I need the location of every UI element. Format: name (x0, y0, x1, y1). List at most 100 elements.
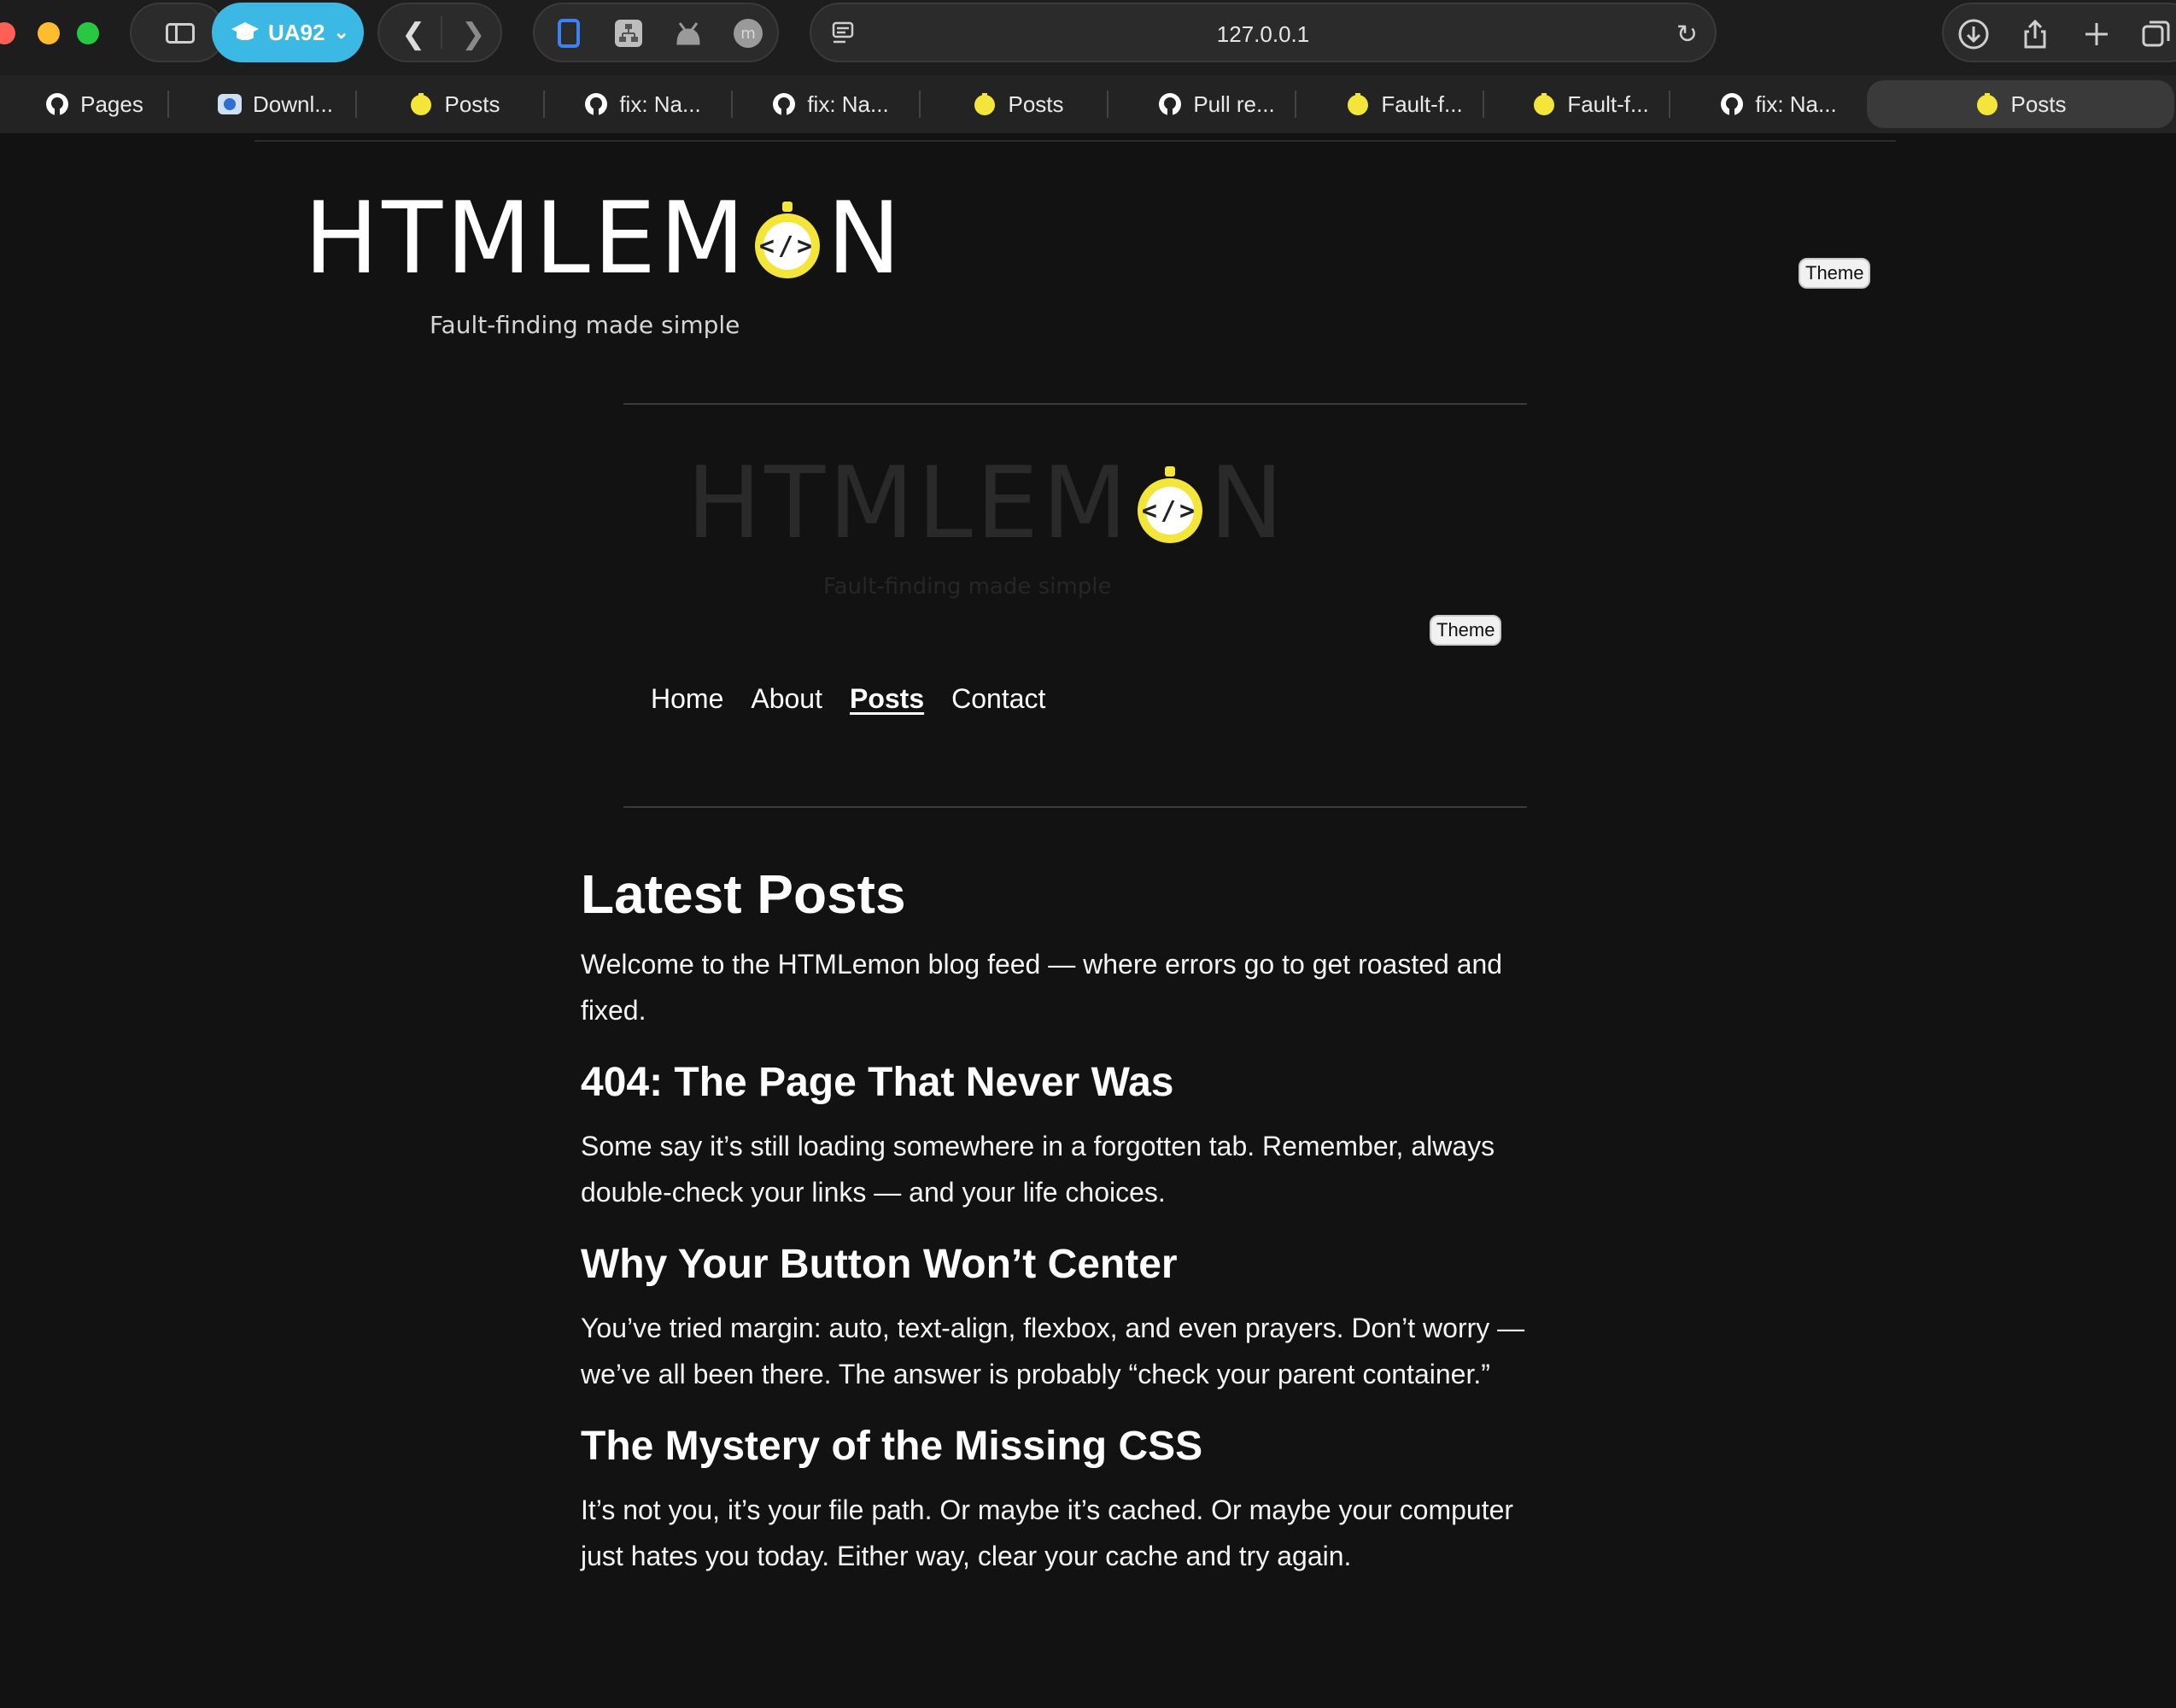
site-tagline: Fault-finding made simple (430, 311, 740, 339)
section-divider (623, 806, 1527, 808)
profile-button[interactable]: UA92 ⌄ (212, 3, 364, 62)
post-body: You’ve tried margin: auto, text-align, f… (581, 1313, 1525, 1389)
logo-text-left: HTMLEM (687, 446, 1132, 561)
theme-toggle-button[interactable]: Theme (1430, 615, 1502, 646)
post-body: Some say it’s still loading somewhere in… (581, 1131, 1495, 1208)
address-bar[interactable]: 127.0.0.1 ↻ (810, 3, 1717, 62)
reload-icon[interactable]: ↻ (1676, 20, 1698, 50)
tab[interactable]: fix: Na... (1684, 75, 1872, 133)
sitemap-extension-icon[interactable] (613, 18, 644, 49)
tab-label: Posts (1008, 91, 1064, 117)
lemon-badge-icon: </> (1138, 466, 1203, 543)
logo-text-right: N (1209, 446, 1287, 561)
tab[interactable]: Pages (0, 75, 188, 133)
post-item: Why Your Button Won’t Center You’ve trie… (581, 1241, 1554, 1397)
post-title: 404: The Page That Never Was (581, 1060, 1174, 1105)
tab-separator (1483, 91, 1484, 118)
download-site-icon (218, 94, 243, 114)
header-divider (254, 140, 1896, 142)
post-item: The Mystery of the Missing CSS It’s not … (581, 1423, 1554, 1579)
back-button[interactable]: ❮ (401, 20, 426, 49)
extensions-group: m (533, 3, 779, 62)
zoom-window-button[interactable] (77, 22, 99, 44)
post-body: It’s not you, it’s your file path. Or ma… (581, 1494, 1514, 1571)
forward-button[interactable]: ❯ (461, 20, 486, 49)
tab-label: fix: Na... (1755, 91, 1837, 117)
tab-bar: Pages Downl... Posts fix: Na... fix: Na.… (0, 75, 2176, 133)
tab[interactable]: fix: Na... (548, 75, 736, 133)
post-title: The Mystery of the Missing CSS (581, 1424, 1203, 1469)
htmlemon-icon (411, 93, 432, 115)
tab[interactable]: Pull re... (1122, 75, 1310, 133)
nav-home-link[interactable]: Home (651, 683, 723, 715)
posts-section: Latest Posts Welcome to the HTMLemon blo… (581, 863, 1554, 1579)
tab-overview-icon[interactable] (2140, 18, 2173, 50)
tab-label: Downl... (253, 91, 333, 117)
tab[interactable]: Posts (924, 75, 1112, 133)
tab[interactable]: Fault-f... (1310, 75, 1498, 133)
nav-about-link[interactable]: About (751, 683, 822, 715)
intro-text: Welcome to the HTMLemon blog feed — wher… (581, 949, 1503, 1026)
browser-toolbar: UA92 ⌄ ❮ ❯ m 127.0.0.1 ↻ (0, 0, 2176, 75)
tab[interactable]: Downl... (181, 75, 369, 133)
post-title: Why Your Button Won’t Center (581, 1242, 1178, 1287)
document-extension-icon[interactable] (553, 18, 584, 49)
site-logo[interactable]: HTMLEM </> N (304, 190, 904, 289)
logo-text-right: N (827, 181, 904, 296)
logo-badge-text: </> (1142, 496, 1198, 526)
tab-label: fix: Na... (807, 91, 889, 117)
github-icon (1721, 93, 1744, 115)
lemon-badge-icon: </> (755, 202, 821, 278)
main-nav: Home About Posts Contact (651, 683, 1045, 715)
github-icon (1159, 93, 1182, 115)
page-title: Latest Posts (581, 863, 906, 925)
share-icon[interactable] (2019, 18, 2051, 50)
downloads-icon[interactable] (1957, 18, 1990, 50)
cat-extension-icon[interactable] (673, 18, 704, 49)
section-divider (623, 403, 1527, 405)
chevron-down-icon: ⌄ (333, 21, 349, 43)
toolbar-actions (1942, 3, 2176, 62)
faded-site-logo[interactable]: HTMLEM </> N (687, 454, 1287, 553)
url-text: 127.0.0.1 (1216, 21, 1310, 47)
github-icon (773, 93, 796, 115)
new-tab-icon[interactable] (2080, 18, 2113, 50)
tab[interactable]: fix: Na... (736, 75, 924, 133)
tab-label: Fault-f... (1567, 91, 1649, 117)
nav-posts-link[interactable]: Posts (850, 683, 924, 715)
github-icon (585, 93, 608, 115)
theme-toggle-button[interactable]: Theme (1799, 258, 1871, 289)
tab-label: Pages (80, 91, 143, 117)
tab-separator (1669, 91, 1670, 118)
tab-separator (731, 91, 733, 118)
htmlemon-icon (1534, 93, 1555, 115)
github-icon (46, 93, 69, 115)
tab-label: Posts (444, 91, 500, 117)
tab-label: Pull re... (1193, 91, 1275, 117)
logo-text-left: HTMLEM (304, 181, 749, 296)
tab[interactable]: Posts (360, 75, 548, 133)
faded-site-tagline: Fault-finding made simple (823, 574, 1112, 600)
active-tab[interactable]: Posts (1867, 80, 2174, 128)
tab-separator (355, 91, 357, 118)
tab-separator (1295, 91, 1296, 118)
tab-label: Fault-f... (1381, 91, 1463, 117)
tab-label: fix: Na... (619, 91, 701, 117)
post-item: 404: The Page That Never Was Some say it… (581, 1059, 1554, 1215)
tab-separator (919, 91, 921, 118)
tab-separator (167, 91, 169, 118)
close-window-button[interactable] (0, 22, 15, 44)
logo-badge-text: </> (759, 231, 816, 261)
htmlemon-icon (974, 93, 996, 115)
sidebar-icon (166, 23, 195, 44)
minimize-window-button[interactable] (38, 22, 60, 44)
graduation-cap-icon (231, 22, 259, 40)
htmlemon-icon (1977, 93, 1998, 115)
profile-label: UA92 (268, 19, 325, 45)
svg-text:m: m (740, 25, 756, 43)
m-avatar-extension-icon[interactable]: m (733, 18, 763, 49)
nav-divider (441, 16, 442, 49)
tab-separator (1107, 91, 1108, 118)
nav-contact-link[interactable]: Contact (951, 683, 1045, 715)
tab[interactable]: Fault-f... (1496, 75, 1684, 133)
